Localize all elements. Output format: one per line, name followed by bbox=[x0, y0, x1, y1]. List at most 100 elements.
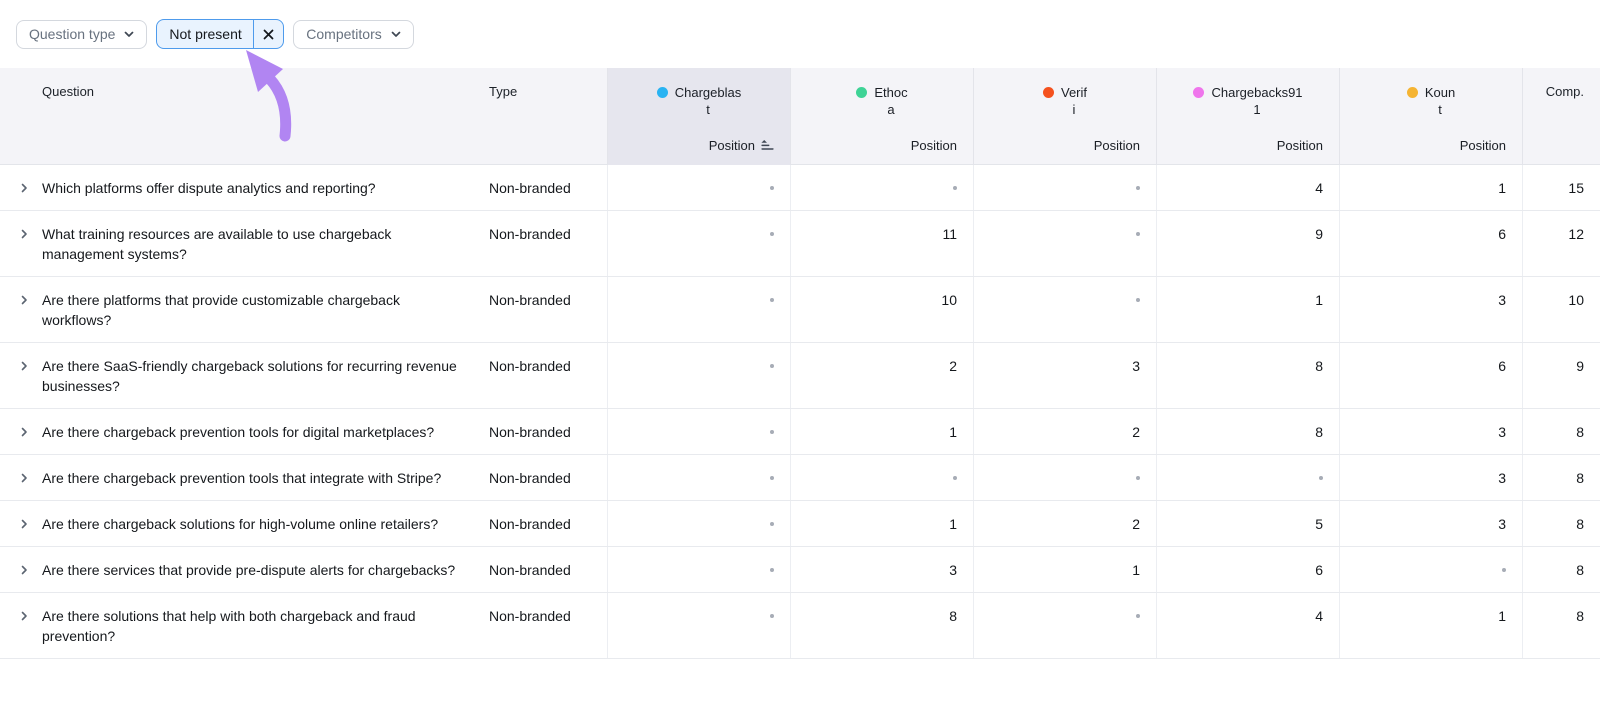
position-sort-header[interactable]: Position bbox=[1094, 138, 1140, 153]
expand-chevron-icon[interactable] bbox=[18, 228, 30, 240]
table-row: Are there chargeback solutions for high-… bbox=[0, 501, 1600, 547]
table-body: Which platforms offer dispute analytics … bbox=[0, 165, 1600, 659]
type-cell: Non-branded bbox=[481, 593, 607, 658]
question-cell: What training resources are available to… bbox=[0, 211, 481, 276]
position-value-cell: 3 bbox=[1339, 455, 1522, 500]
not-present-dot-icon bbox=[770, 522, 774, 526]
not-present-dot-icon bbox=[770, 476, 774, 480]
position-value-cell: 8 bbox=[1156, 409, 1339, 454]
expand-chevron-icon[interactable] bbox=[18, 518, 30, 530]
table-row: Are there chargeback prevention tools th… bbox=[0, 455, 1600, 501]
expand-chevron-icon[interactable] bbox=[18, 472, 30, 484]
column-header-comp: Comp. bbox=[1522, 68, 1600, 165]
not-present-dot-icon bbox=[770, 614, 774, 618]
position-value-cell: 1 bbox=[1156, 277, 1339, 342]
position-value-cell: 12 bbox=[1522, 211, 1600, 276]
expand-chevron-icon[interactable] bbox=[18, 294, 30, 306]
not-present-dot-icon bbox=[770, 364, 774, 368]
question-cell: Are there platforms that provide customi… bbox=[0, 277, 481, 342]
not-present-filter-label: Not present bbox=[157, 26, 252, 42]
question-text: Are there chargeback solutions for high-… bbox=[42, 516, 438, 532]
table-header-row: Question Type Chargeblas tPositionEthoc … bbox=[0, 68, 1600, 165]
position-value-cell: 8 bbox=[1522, 455, 1600, 500]
column-header-question: Question bbox=[0, 68, 481, 165]
question-text: Are there services that provide pre-disp… bbox=[42, 562, 455, 578]
question-cell: Are there chargeback prevention tools fo… bbox=[0, 409, 481, 454]
competitors-filter-label: Competitors bbox=[306, 26, 381, 42]
not-present-dot-icon bbox=[770, 232, 774, 236]
question-type-filter[interactable]: Question type bbox=[16, 20, 147, 49]
question-text: Are there chargeback prevention tools th… bbox=[42, 470, 441, 486]
competitor-dot-icon bbox=[1043, 87, 1054, 98]
not-present-filter-chip[interactable]: Not present bbox=[156, 19, 284, 49]
position-value-cell bbox=[607, 501, 790, 546]
not-present-dot-icon bbox=[770, 298, 774, 302]
expand-chevron-icon[interactable] bbox=[18, 360, 30, 372]
position-value-cell: 6 bbox=[1156, 547, 1339, 592]
position-value-cell: 8 bbox=[1156, 343, 1339, 408]
position-value-cell: 8 bbox=[1522, 409, 1600, 454]
position-value-cell: 3 bbox=[1339, 501, 1522, 546]
position-value-cell: 3 bbox=[1339, 409, 1522, 454]
type-cell: Non-branded bbox=[481, 455, 607, 500]
position-value-cell: 11 bbox=[790, 211, 973, 276]
position-value-cell bbox=[973, 277, 1156, 342]
competitor-name: Verif i bbox=[990, 84, 1140, 118]
position-value-cell: 3 bbox=[790, 547, 973, 592]
not-present-dot-icon bbox=[1136, 186, 1140, 190]
position-value-cell: 8 bbox=[1522, 501, 1600, 546]
position-value-cell: 5 bbox=[1156, 501, 1339, 546]
competitors-filter[interactable]: Competitors bbox=[293, 20, 413, 49]
position-value-cell bbox=[607, 409, 790, 454]
expand-chevron-icon[interactable] bbox=[18, 564, 30, 576]
not-present-dot-icon bbox=[1136, 614, 1140, 618]
question-cell: Are there solutions that help with both … bbox=[0, 593, 481, 658]
type-cell: Non-branded bbox=[481, 211, 607, 276]
question-text: Are there chargeback prevention tools fo… bbox=[42, 424, 434, 440]
not-present-dot-icon bbox=[1136, 476, 1140, 480]
column-header-competitor: Ethoc a Position bbox=[790, 68, 973, 165]
expand-chevron-icon[interactable] bbox=[18, 182, 30, 194]
table-row: Are there solutions that help with both … bbox=[0, 593, 1600, 659]
position-sort-header[interactable]: Position bbox=[911, 138, 957, 153]
question-type-filter-label: Question type bbox=[29, 26, 115, 42]
position-value-cell bbox=[1339, 547, 1522, 592]
position-sort-header[interactable]: Position bbox=[1277, 138, 1323, 153]
question-text: Are there solutions that help with both … bbox=[42, 608, 416, 644]
position-value-cell: 1 bbox=[790, 409, 973, 454]
question-cell: Are there chargeback prevention tools th… bbox=[0, 455, 481, 500]
not-present-dot-icon bbox=[770, 430, 774, 434]
question-text: What training resources are available to… bbox=[42, 226, 391, 262]
position-value-cell bbox=[607, 211, 790, 276]
position-value-cell: 8 bbox=[1522, 547, 1600, 592]
type-cell: Non-branded bbox=[481, 501, 607, 546]
not-present-dot-icon bbox=[770, 186, 774, 190]
position-value-cell bbox=[1156, 455, 1339, 500]
question-cell: Which platforms offer dispute analytics … bbox=[0, 165, 481, 210]
position-value-cell: 1 bbox=[973, 547, 1156, 592]
expand-chevron-icon[interactable] bbox=[18, 610, 30, 622]
position-value-cell: 6 bbox=[1339, 211, 1522, 276]
position-value-cell bbox=[607, 343, 790, 408]
sort-icon bbox=[761, 140, 774, 151]
question-text: Are there platforms that provide customi… bbox=[42, 292, 400, 328]
type-cell: Non-branded bbox=[481, 409, 607, 454]
position-sort-header[interactable]: Position bbox=[1460, 138, 1506, 153]
chevron-down-icon bbox=[123, 28, 135, 40]
position-value-cell bbox=[973, 455, 1156, 500]
competitor-dot-icon bbox=[856, 87, 867, 98]
position-value-cell: 1 bbox=[790, 501, 973, 546]
position-value-cell bbox=[973, 165, 1156, 210]
position-sort-header[interactable]: Position bbox=[709, 138, 774, 153]
not-present-dot-icon bbox=[1136, 232, 1140, 236]
table-row: Are there services that provide pre-disp… bbox=[0, 547, 1600, 593]
position-value-cell bbox=[607, 547, 790, 592]
competitor-name: Ethoc a bbox=[807, 84, 957, 118]
expand-chevron-icon[interactable] bbox=[18, 426, 30, 438]
close-icon bbox=[263, 29, 274, 40]
type-cell: Non-branded bbox=[481, 277, 607, 342]
questions-table: Question Type Chargeblas tPositionEthoc … bbox=[0, 68, 1600, 659]
position-value-cell bbox=[973, 593, 1156, 658]
column-header-competitor: Chargebacks91 1Position bbox=[1156, 68, 1339, 165]
remove-filter-button[interactable] bbox=[254, 20, 283, 48]
